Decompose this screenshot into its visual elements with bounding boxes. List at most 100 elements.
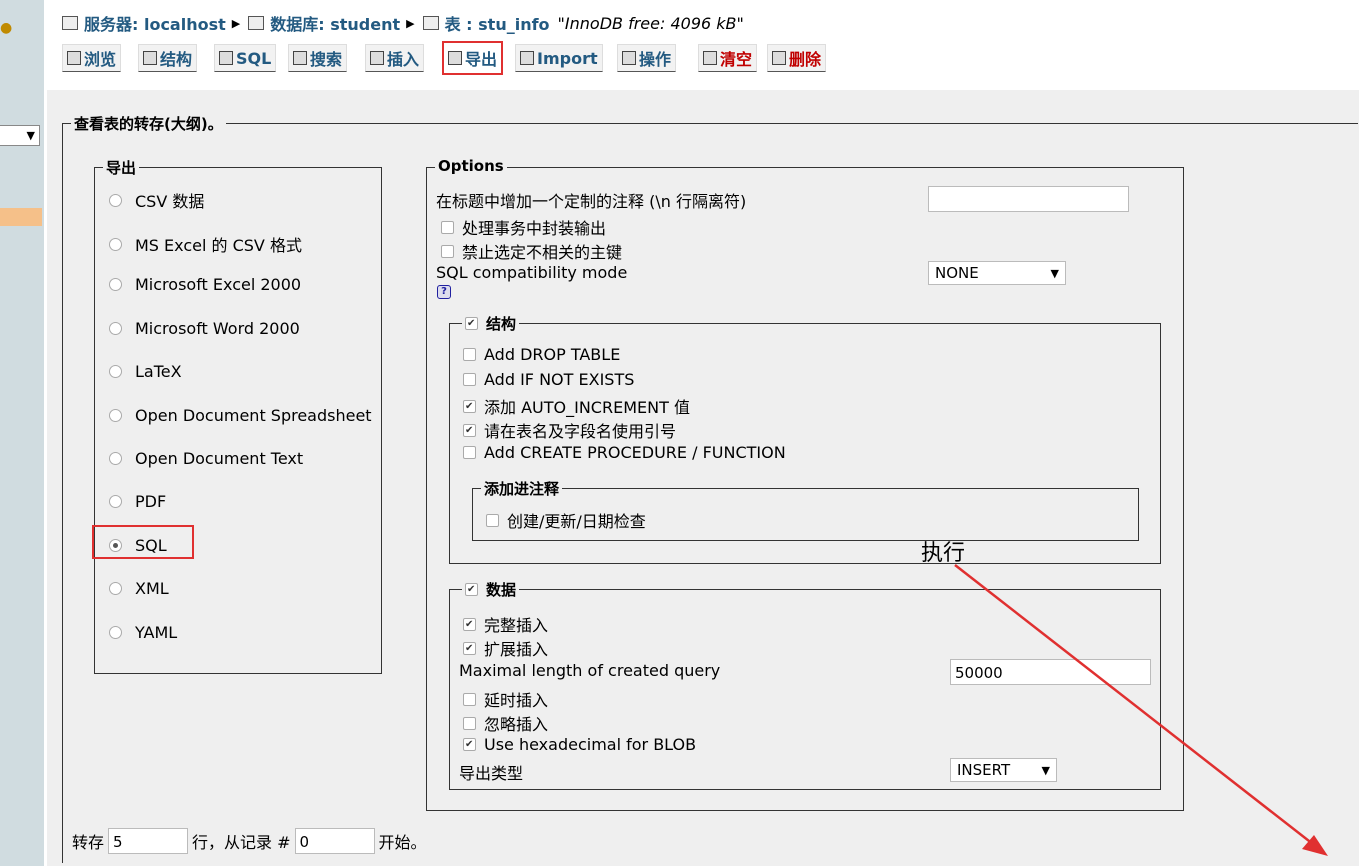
delayed-inserts-option[interactable]: 延时插入 [463, 687, 548, 711]
format-label: XML [135, 579, 169, 598]
checkbox-checked[interactable] [465, 317, 478, 330]
select-value: NONE [935, 264, 979, 282]
format-yaml[interactable]: YAML [109, 623, 177, 642]
radio-button[interactable] [109, 582, 122, 595]
format-label: PDF [135, 492, 167, 511]
auto-increment-option[interactable]: 添加 AUTO_INCREMENT 值 [463, 394, 690, 418]
radio-button[interactable] [109, 626, 122, 639]
radio-button[interactable] [109, 495, 122, 508]
tab-label: 导出 [465, 50, 498, 69]
format-word-2000[interactable]: Microsoft Word 2000 [109, 319, 300, 338]
format-latex[interactable]: LaTeX [109, 362, 182, 381]
checkbox[interactable] [441, 244, 454, 258]
search-icon [293, 51, 307, 65]
rows-input[interactable]: 5 [108, 828, 189, 854]
radio-button[interactable] [109, 237, 122, 251]
option-label: Add CREATE PROCEDURE / FUNCTION [484, 443, 786, 462]
format-label: CSV 数据 [135, 192, 205, 211]
option-label: 禁止选定不相关的主键 [462, 243, 623, 262]
operations-icon [622, 51, 636, 65]
option-label: 忽略插入 [484, 715, 549, 734]
data-fieldset: 数据 完整插入 扩展插入 Maximal length of created q… [449, 579, 1161, 790]
max-query-label: Maximal length of created query [459, 661, 721, 680]
help-icon[interactable]: ? [437, 285, 451, 299]
tab-import[interactable]: Import [515, 44, 603, 72]
breadcrumb-server[interactable]: 服务器: localhost [84, 11, 226, 35]
select-value: INSERT [957, 761, 1011, 779]
checkbox[interactable] [463, 348, 476, 361]
breadcrumb-database[interactable]: 数据库: student [270, 11, 400, 35]
comments-fieldset: 添加进注释 创建/更新/日期检查 [472, 478, 1139, 541]
radio-button[interactable] [109, 452, 122, 465]
legend-label: 数据 [486, 581, 517, 599]
format-odt[interactable]: Open Document Text [109, 449, 303, 468]
header-comment-label: 在标题中增加一个定制的注释 (\n 行隔离符) [436, 192, 747, 211]
format-ods[interactable]: Open Document Spreadsheet [109, 406, 372, 425]
checkbox-checked[interactable] [463, 641, 476, 655]
nav-selected-item[interactable] [0, 208, 42, 226]
checkbox[interactable] [463, 692, 476, 706]
radio-button[interactable] [109, 193, 122, 207]
tab-label: 操作 [639, 50, 672, 69]
header-comment-input[interactable] [928, 186, 1129, 212]
structure-legend[interactable]: 结构 [462, 313, 520, 334]
footer-prefix: 转存 [72, 833, 105, 852]
radio-button[interactable] [109, 365, 122, 378]
tab-search[interactable]: 搜索 [288, 44, 348, 72]
sql-icon [219, 51, 233, 65]
checkbox[interactable] [463, 446, 476, 459]
checkbox[interactable] [486, 513, 499, 527]
drop-table-option[interactable]: Add DROP TABLE [463, 345, 620, 364]
wrap-transaction-option[interactable]: 处理事务中封装输出 [441, 215, 606, 239]
tab-drop[interactable]: 删除 [767, 44, 827, 72]
checkbox-checked[interactable] [463, 423, 476, 437]
radio-button[interactable] [109, 409, 122, 422]
tab-sql[interactable]: SQL [214, 44, 277, 72]
complete-inserts-option[interactable]: 完整插入 [463, 612, 548, 636]
execute-annotation: 执行 [921, 541, 966, 566]
sql-highlight-box [92, 525, 194, 559]
start-row-input[interactable]: 0 [294, 828, 375, 854]
tab-insert[interactable]: 插入 [365, 44, 425, 72]
radio-button[interactable] [109, 322, 122, 335]
dates-option[interactable]: 创建/更新/日期检查 [486, 508, 646, 532]
disable-fk-option[interactable]: 禁止选定不相关的主键 [441, 239, 622, 263]
database-icon [248, 16, 265, 30]
format-xml[interactable]: XML [109, 579, 169, 598]
extended-inserts-option[interactable]: 扩展插入 [463, 636, 548, 660]
backquotes-option[interactable]: 请在表名及字段名使用引号 [463, 418, 676, 442]
tab-browse[interactable]: 浏览 [62, 44, 122, 72]
format-label: Microsoft Excel 2000 [135, 275, 302, 294]
checkbox-checked[interactable] [463, 738, 476, 751]
checkbox-checked[interactable] [465, 583, 478, 596]
checkbox-checked[interactable] [463, 399, 476, 413]
format-excel-2000[interactable]: Microsoft Excel 2000 [109, 275, 301, 294]
tab-export[interactable]: 导出 [442, 41, 504, 75]
logo-icon: ● [0, 20, 13, 36]
max-query-input[interactable]: 50000 [950, 659, 1151, 685]
format-pdf[interactable]: PDF [109, 492, 166, 511]
procedure-option[interactable]: Add CREATE PROCEDURE / FUNCTION [463, 443, 786, 462]
breadcrumb-table[interactable]: 表 : stu_info [445, 11, 550, 35]
dump-legend: 查看表的转存(大纲)。 [71, 113, 226, 134]
format-csv[interactable]: CSV 数据 [109, 188, 204, 212]
format-csv-excel[interactable]: MS Excel 的 CSV 格式 [109, 232, 302, 256]
tab-label: SQL [236, 48, 272, 68]
if-not-exists-option[interactable]: Add IF NOT EXISTS [463, 370, 634, 389]
checkbox[interactable] [463, 373, 476, 386]
insert-icon [370, 51, 384, 65]
compat-mode-select[interactable]: NONE ▼ [928, 261, 1066, 285]
format-label: Microsoft Word 2000 [135, 319, 300, 338]
data-legend[interactable]: 数据 [462, 579, 520, 600]
ignore-inserts-option[interactable]: 忽略插入 [463, 711, 548, 735]
radio-button[interactable] [109, 278, 122, 291]
export-type-select[interactable]: INSERT ▼ [950, 758, 1057, 782]
database-select[interactable]: ▼ [0, 125, 40, 146]
checkbox[interactable] [441, 220, 454, 234]
checkbox[interactable] [463, 716, 476, 730]
hex-blob-option[interactable]: Use hexadecimal for BLOB [463, 735, 696, 754]
tab-operations[interactable]: 操作 [617, 44, 677, 72]
checkbox-checked[interactable] [463, 617, 476, 631]
tab-structure[interactable]: 结构 [138, 44, 198, 72]
tab-empty[interactable]: 清空 [698, 44, 758, 72]
